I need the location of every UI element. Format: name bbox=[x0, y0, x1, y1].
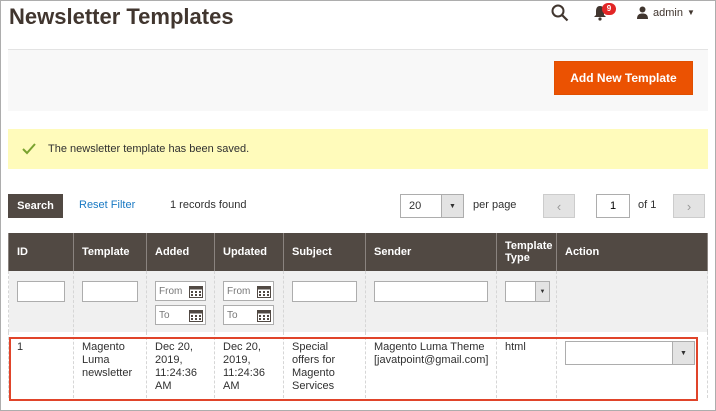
calendar-icon[interactable] bbox=[257, 309, 271, 322]
cell-id: 1 bbox=[8, 332, 74, 398]
filter-updated-from[interactable]: From bbox=[223, 281, 274, 301]
column-header-action: Action bbox=[556, 233, 708, 271]
column-header-id[interactable]: ID bbox=[8, 233, 74, 271]
cell-updated: Dec 20, 2019, 11:24:36 AM bbox=[214, 332, 284, 398]
success-message: The newsletter template has been saved. bbox=[8, 129, 708, 169]
reset-filter-link[interactable]: Reset Filter bbox=[79, 199, 135, 211]
per-page-select[interactable]: 20 ▼ bbox=[400, 194, 464, 218]
filter-added-to[interactable]: To bbox=[155, 305, 206, 325]
per-page-value: 20 bbox=[409, 200, 422, 212]
add-new-template-button[interactable]: Add New Template bbox=[554, 61, 693, 95]
column-header-subject[interactable]: Subject bbox=[283, 233, 366, 271]
filter-row: From To From To ▼ bbox=[8, 271, 708, 332]
row-action-select[interactable]: ▼ bbox=[565, 341, 695, 365]
date-to-placeholder: To bbox=[227, 309, 238, 321]
filter-added-from[interactable]: From bbox=[155, 281, 206, 301]
next-page-button[interactable]: › bbox=[673, 194, 705, 218]
user-icon bbox=[637, 6, 648, 19]
chevron-down-icon: ▼ bbox=[441, 195, 463, 217]
page-number-input[interactable] bbox=[596, 194, 630, 218]
cell-type: html bbox=[496, 332, 557, 398]
chevron-down-icon: ▼ bbox=[535, 282, 549, 301]
chevron-down-icon: ▼ bbox=[672, 342, 694, 364]
page-actions-bar: Add New Template bbox=[8, 49, 708, 111]
calendar-icon[interactable] bbox=[257, 285, 271, 298]
column-header-template-type[interactable]: Template Type bbox=[496, 233, 557, 271]
cell-added: Dec 20, 2019, 11:24:36 AM bbox=[146, 332, 215, 398]
date-from-placeholder: From bbox=[159, 285, 183, 297]
page-title: Newsletter Templates bbox=[9, 4, 234, 29]
date-to-placeholder: To bbox=[159, 309, 170, 321]
filter-subject-input[interactable] bbox=[292, 281, 357, 302]
chevron-left-icon: ‹ bbox=[556, 198, 562, 214]
column-header-sender[interactable]: Sender bbox=[365, 233, 497, 271]
search-icon[interactable] bbox=[551, 4, 569, 22]
column-header-updated[interactable]: Updated bbox=[214, 233, 284, 271]
previous-page-button[interactable]: ‹ bbox=[543, 194, 575, 218]
calendar-icon[interactable] bbox=[189, 285, 203, 298]
cell-subject: Special offers for Magento Services bbox=[283, 332, 366, 398]
message-text: The newsletter template has been saved. bbox=[48, 143, 250, 155]
filter-sender-input[interactable] bbox=[374, 281, 488, 302]
cell-template: Magento Luma newsletter bbox=[73, 332, 147, 398]
filter-id-input[interactable] bbox=[17, 281, 65, 302]
filter-type-select[interactable]: ▼ bbox=[505, 281, 550, 302]
column-header-added[interactable]: Added bbox=[146, 233, 215, 271]
notification-count-badge[interactable]: 9 bbox=[602, 3, 616, 15]
user-menu[interactable]: admin ▼ bbox=[636, 6, 695, 19]
checkmark-icon bbox=[22, 143, 36, 155]
templates-grid: ID Template Added Updated Subject Sender… bbox=[8, 233, 708, 398]
search-button[interactable]: Search bbox=[8, 194, 63, 218]
cell-sender: Magento Luma Theme [javatpoint@gmail.com… bbox=[365, 332, 497, 398]
chevron-right-icon: › bbox=[686, 198, 692, 214]
records-count: 1 records found bbox=[170, 199, 247, 211]
table-row[interactable]: 1 Magento Luma newsletter Dec 20, 2019, … bbox=[8, 332, 708, 398]
column-header-template[interactable]: Template bbox=[73, 233, 147, 271]
calendar-icon[interactable] bbox=[189, 309, 203, 322]
chevron-down-icon: ▼ bbox=[686, 8, 695, 17]
user-name: admin bbox=[653, 6, 683, 19]
grid-header-row: ID Template Added Updated Subject Sender… bbox=[8, 233, 708, 271]
filter-updated-to[interactable]: To bbox=[223, 305, 274, 325]
date-from-placeholder: From bbox=[227, 285, 251, 297]
filter-template-input[interactable] bbox=[82, 281, 138, 302]
page-total: of 1 bbox=[638, 199, 657, 211]
per-page-label: per page bbox=[473, 199, 517, 211]
